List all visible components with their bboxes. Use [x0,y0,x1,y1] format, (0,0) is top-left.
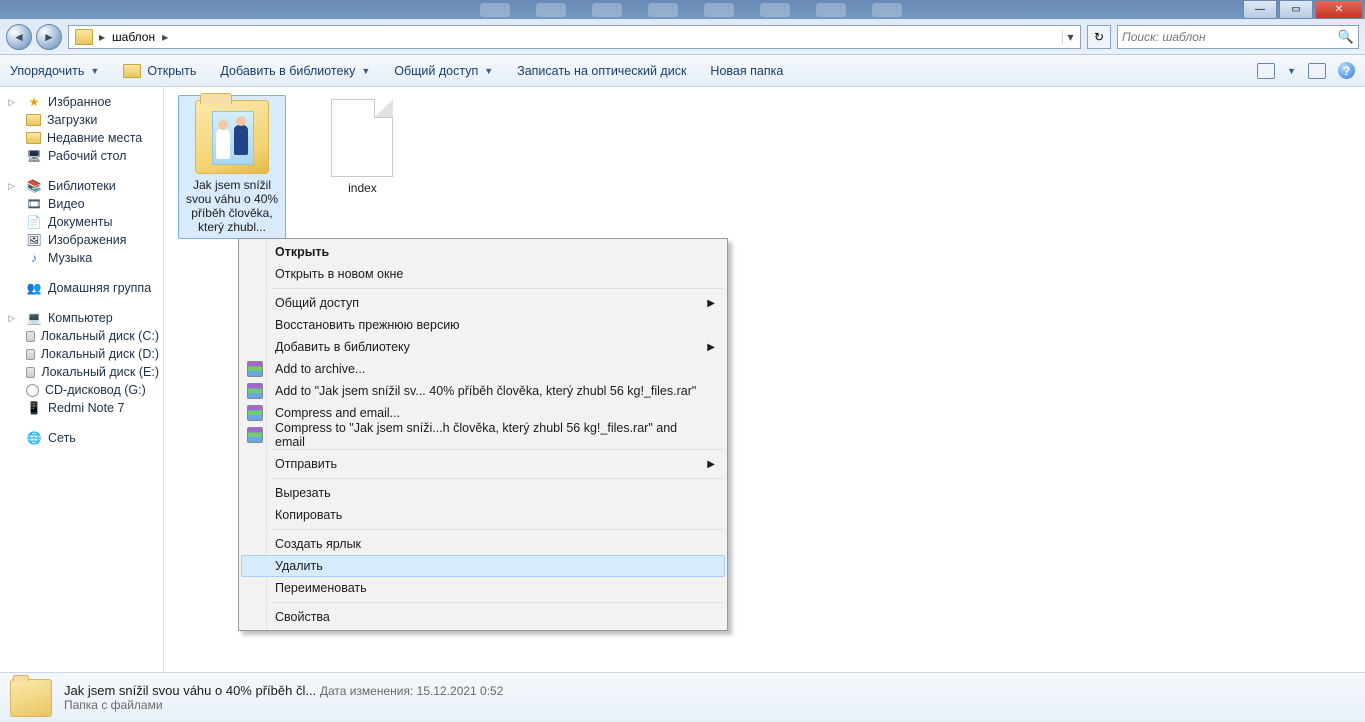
help-button[interactable]: ? [1338,62,1355,79]
sidebar-homegroup[interactable]: 👥 Домашняя группа [0,279,163,297]
folder-icon [26,114,41,126]
toolbar-new-folder[interactable]: Новая папка [710,64,783,78]
ctx-share[interactable]: Общий доступ▶ [241,292,725,314]
ctx-add-archive[interactable]: Add to archive... [241,358,725,380]
preview-pane-button[interactable] [1308,63,1326,79]
toolbar: Упорядочить▼ Открыть Добавить в библиоте… [0,55,1365,87]
folder-item-label: Jak jsem snížil svou váhu o 40% příběh č… [183,178,281,234]
background-taskbar-hint [480,0,902,19]
folder-icon [26,132,41,144]
address-dropdown[interactable]: ▾ [1062,30,1078,44]
sidebar-desktop[interactable]: 🖥Рабочий стол [0,147,163,165]
sidebar-video[interactable]: 🎞Видео [0,195,163,213]
ctx-add-to-rar[interactable]: Add to "Jak jsem snížil sv... 40% příběh… [241,380,725,402]
star-icon: ★ [26,95,42,109]
sidebar: ▷★ Избранное Загрузки Недавние места 🖥Ра… [0,87,164,672]
sidebar-libraries[interactable]: ▷📚 Библиотеки [0,177,163,195]
window-minimize-button[interactable]: — [1243,0,1277,19]
window-maximize-button[interactable]: ▭ [1279,0,1313,19]
winrar-icon [247,427,263,443]
details-pane: Jak jsem snížil svou váhu o 40% příběh č… [0,672,1365,722]
window-close-button[interactable]: ✕ [1315,0,1363,19]
ctx-restore-version[interactable]: Восстановить прежнюю версию [241,314,725,336]
folder-icon [75,29,93,45]
winrar-icon [247,405,263,421]
toolbar-share[interactable]: Общий доступ▼ [394,64,493,78]
desktop-icon: 🖥 [26,149,42,163]
sidebar-drive-g[interactable]: CD-дисковод (G:) [0,381,163,399]
ctx-compress-to-email[interactable]: Compress to "Jak jsem sníži...h člověka,… [241,424,725,446]
details-date-label: Дата изменения: [320,684,414,698]
breadcrumb-sep: ▸ [160,30,170,44]
ctx-delete[interactable]: Удалить [241,555,725,577]
ctx-add-library[interactable]: Добавить в библиотеку▶ [241,336,725,358]
sidebar-redmi[interactable]: 📱Redmi Note 7 [0,399,163,417]
ctx-send-to[interactable]: Отправить▶ [241,453,725,475]
cd-icon [26,384,39,397]
ctx-open[interactable]: Открыть [241,241,725,263]
nav-row: ◄ ► ▸ шаблон ▸ ▾ ↻ 🔍 [0,19,1365,55]
network-icon: 🌐 [26,431,42,445]
toolbar-organize[interactable]: Упорядочить▼ [10,64,99,78]
view-options-button[interactable] [1257,63,1275,79]
video-icon: 🎞 [26,197,42,211]
ctx-cut[interactable]: Вырезать [241,482,725,504]
sidebar-favorites[interactable]: ▷★ Избранное [0,93,163,111]
phone-icon: 📱 [26,401,42,415]
nav-forward-button[interactable]: ► [36,24,62,50]
sidebar-recent[interactable]: Недавние места [0,129,163,147]
ctx-rename[interactable]: Переименовать [241,577,725,599]
search-icon[interactable]: 🔍 [1338,29,1354,45]
search-box[interactable]: 🔍 [1117,25,1359,49]
sidebar-drive-d[interactable]: Локальный диск (D:) [0,345,163,363]
toolbar-burn[interactable]: Записать на оптический диск [517,64,686,78]
winrar-icon [247,383,263,399]
context-menu: Открыть Открыть в новом окне Общий досту… [238,238,728,631]
music-icon: ♪ [26,251,42,265]
folder-thumbnail [195,100,269,174]
ctx-copy[interactable]: Копировать [241,504,725,526]
disk-icon [26,331,35,342]
library-icon: 📚 [26,179,42,193]
search-input[interactable] [1122,30,1338,44]
titlebar: — ▭ ✕ [0,0,1365,19]
details-thumbnail [10,679,52,717]
ctx-open-new-window[interactable]: Открыть в новом окне [241,263,725,285]
sidebar-documents[interactable]: 📄Документы [0,213,163,231]
toolbar-open[interactable]: Открыть [123,64,196,78]
refresh-button[interactable]: ↻ [1087,25,1111,49]
details-name: Jak jsem snížil svou váhu o 40% příběh č… [64,683,316,698]
ctx-properties[interactable]: Свойства [241,606,725,628]
sidebar-computer[interactable]: ▷💻 Компьютер [0,309,163,327]
sidebar-downloads[interactable]: Загрузки [0,111,163,129]
computer-icon: 💻 [26,311,42,325]
details-date-value: 15.12.2021 0:52 [417,684,504,698]
folder-open-icon [123,64,141,78]
disk-icon [26,367,35,378]
sidebar-music[interactable]: ♪Музыка [0,249,163,267]
sidebar-drive-c[interactable]: Локальный диск (C:) [0,327,163,345]
file-thumbnail [331,99,393,177]
documents-icon: 📄 [26,215,42,229]
toolbar-add-library[interactable]: Добавить в библиотеку▼ [220,64,370,78]
homegroup-icon: 👥 [26,281,42,295]
file-item[interactable]: index [308,95,416,199]
nav-back-button[interactable]: ◄ [6,24,32,50]
folder-item-selected[interactable]: Jak jsem snížil svou váhu o 40% příběh č… [178,95,286,239]
sidebar-pictures[interactable]: 🖼Изображения [0,231,163,249]
breadcrumb-sep: ▸ [97,30,107,44]
pictures-icon: 🖼 [26,233,42,247]
breadcrumb-item[interactable]: шаблон [107,30,160,44]
address-bar[interactable]: ▸ шаблон ▸ ▾ [68,25,1081,49]
disk-icon [26,349,35,360]
view-options-dropdown[interactable]: ▼ [1287,66,1296,76]
sidebar-drive-e[interactable]: Локальный диск (E:) [0,363,163,381]
ctx-create-shortcut[interactable]: Создать ярлык [241,533,725,555]
winrar-icon [247,361,263,377]
file-item-label: index [348,181,377,195]
sidebar-network[interactable]: 🌐 Сеть [0,429,163,447]
details-type: Папка с файлами [64,698,503,712]
